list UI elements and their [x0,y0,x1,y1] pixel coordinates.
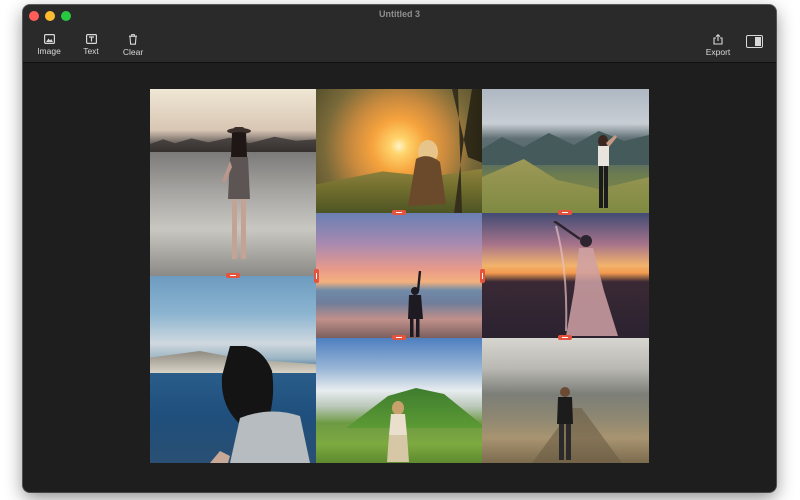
trash-icon [129,34,137,45]
photo-pink-sunset-beach[interactable] [316,213,482,338]
image-button[interactable]: Image [29,34,69,56]
person-silhouette [408,140,446,206]
text-label: Text [83,46,99,56]
image-label: Image [37,46,61,56]
resize-handle[interactable] [480,269,485,283]
person-silhouette [408,271,423,337]
title-bar: Untitled 3 Image Text Clear Export [23,5,776,63]
share-icon [713,34,723,45]
text-button[interactable]: Text [71,34,111,56]
app-window: Untitled 3 Image Text Clear Export [23,5,776,492]
person-silhouette [557,387,573,460]
photo-green-hill[interactable] [316,338,482,463]
person-silhouette [387,401,409,462]
export-button[interactable]: Export [698,34,738,57]
resize-handle[interactable] [558,210,572,215]
photo-golden-sunset[interactable] [316,89,482,213]
person-silhouette [598,135,617,208]
resize-handle[interactable] [314,269,319,283]
resize-handle[interactable] [226,273,240,278]
photo-mountain-view[interactable] [482,89,649,213]
person-silhouette [553,221,618,336]
clear-button[interactable]: Clear [113,34,153,57]
person-silhouette [222,127,251,259]
sidebar-toggle-icon[interactable] [746,35,763,48]
clear-label: Clear [122,47,144,57]
window-title: Untitled 3 [378,9,420,19]
resize-handle[interactable] [392,335,406,340]
text-icon [85,34,97,44]
photo-foggy-path[interactable] [482,338,649,463]
export-label: Export [705,47,731,57]
photo-dusk-field[interactable] [482,213,649,338]
resize-handle[interactable] [558,335,572,340]
person-silhouette [210,346,310,463]
photo-sea-view[interactable] [150,276,316,463]
image-icon [43,34,55,44]
resize-handle[interactable] [392,210,406,215]
photo-beach-sunset[interactable] [150,89,316,276]
photo-collage [150,89,649,463]
